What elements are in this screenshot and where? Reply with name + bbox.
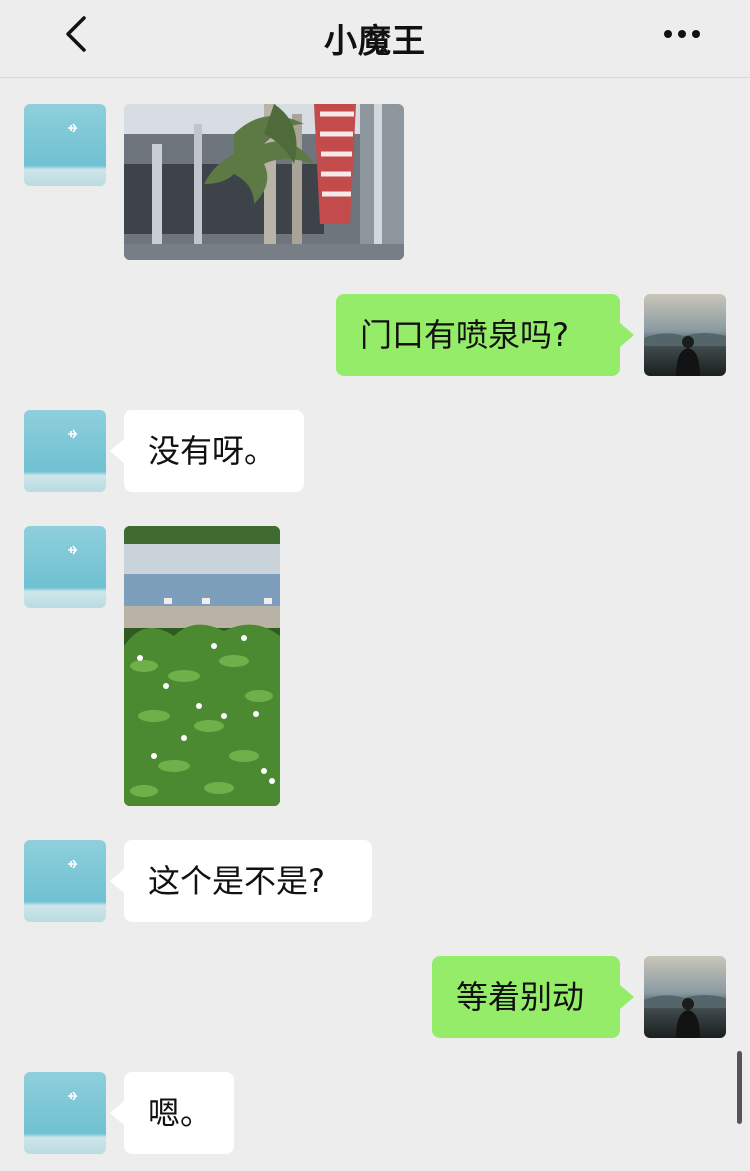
incoming-message-bubble[interactable]: 嗯。 [110,1072,234,1154]
outgoing-message-bubble[interactable]: 等着别动 [432,956,634,1038]
contact-avatar[interactable] [24,840,106,922]
outgoing-message-bubble[interactable]: 门口有喷泉吗? [336,294,634,376]
contact-avatar[interactable] [24,1072,106,1154]
contact-avatar[interactable] [24,104,106,186]
incoming-message-bubble[interactable]: 这个是不是? [110,840,372,922]
message-image-building[interactable] [124,104,404,260]
contact-avatar[interactable] [24,526,106,608]
chat-header: 小魔王 [0,0,750,78]
message-text: 这个是不是? [148,862,325,900]
scrollbar[interactable] [737,1051,742,1124]
self-avatar[interactable] [644,294,726,376]
message-text: 门口有喷泉吗? [360,316,569,354]
message-text: 嗯。 [148,1094,213,1132]
message-text: 等着别动 [456,978,585,1016]
more-dots-icon [664,30,700,38]
self-avatar[interactable] [644,956,726,1038]
more-button[interactable] [662,20,702,48]
contact-avatar[interactable] [24,410,106,492]
chat-title: 小魔王 [324,21,426,60]
incoming-message-bubble[interactable]: 没有呀。 [110,410,304,492]
message-image-flowers[interactable] [124,526,280,806]
message-text: 没有呀。 [148,432,277,470]
